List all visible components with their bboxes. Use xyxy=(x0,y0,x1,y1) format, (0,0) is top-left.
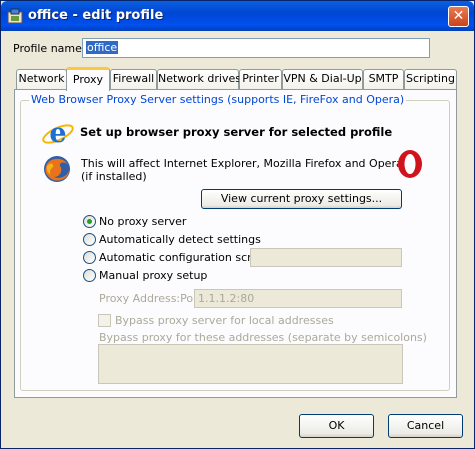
tab-label: Scripting xyxy=(406,72,455,85)
tab-network-drives[interactable]: Network drives xyxy=(157,69,241,89)
proxy-address-label: Proxy Address:Port xyxy=(99,292,202,305)
tab-label: Proxy xyxy=(72,73,104,86)
proxy-group-title: Web Browser Proxy Server settings (suppo… xyxy=(29,93,407,106)
manual-proxy-radio[interactable] xyxy=(83,269,96,282)
view-proxy-settings-button[interactable]: View current proxy settings... xyxy=(201,189,402,209)
title-bar[interactable]: office - edit profile ✕ xyxy=(1,1,474,31)
manual-proxy-label[interactable]: Manual proxy setup xyxy=(99,269,207,282)
profile-name-value: office xyxy=(86,41,119,54)
tab-proxy[interactable]: Proxy xyxy=(66,67,110,91)
proxy-heading: Set up browser proxy server for selected… xyxy=(80,125,393,139)
tab-label: Firewall xyxy=(112,72,155,85)
tab-network[interactable]: Network xyxy=(16,69,67,89)
edit-profile-dialog: office - edit profile ✕ Profile name: of… xyxy=(0,0,475,449)
bypass-local-label[interactable]: Bypass proxy server for local addresses xyxy=(115,314,334,327)
proxy-info-line2: (if installed) xyxy=(81,170,147,183)
bypass-local-checkbox[interactable] xyxy=(98,314,111,327)
proxy-address-input[interactable]: 1.1.1.2:80 xyxy=(194,289,402,308)
internet-explorer-icon: e xyxy=(42,118,74,149)
close-button[interactable]: ✕ xyxy=(448,6,469,27)
auto-detect-radio[interactable] xyxy=(83,233,96,246)
ok-button[interactable]: OK xyxy=(299,414,374,438)
tab-label: VPN & Dial-Up xyxy=(283,72,362,85)
tab-label: Printer xyxy=(242,72,279,85)
auto-detect-label[interactable]: Automatically detect settings xyxy=(99,233,261,246)
tab-label: SMTP xyxy=(368,72,399,85)
proxy-info-line1: This will affect Internet Explorer, Mozi… xyxy=(81,157,403,170)
bypass-list-label: Bypass proxy for these addresses (separa… xyxy=(99,331,427,344)
profile-name-label: Profile name: xyxy=(13,42,86,55)
profile-icon xyxy=(7,8,23,24)
window-title: office - edit profile xyxy=(28,8,164,23)
opera-icon xyxy=(398,150,422,178)
tab-label: Network xyxy=(18,72,65,85)
auto-config-script-input[interactable] xyxy=(250,248,402,267)
tab-scripting[interactable]: Scripting xyxy=(404,69,457,89)
auto-config-radio[interactable] xyxy=(83,251,96,264)
tab-printer[interactable]: Printer xyxy=(239,69,282,89)
tab-firewall[interactable]: Firewall xyxy=(110,69,157,89)
svg-text:e: e xyxy=(49,118,66,149)
profile-name-input[interactable]: office xyxy=(82,38,430,58)
tab-vpn-dialup[interactable]: VPN & Dial-Up xyxy=(282,69,363,89)
cancel-button[interactable]: Cancel xyxy=(388,414,463,438)
tab-label: Network drives xyxy=(158,72,241,85)
firefox-icon xyxy=(44,156,70,182)
tab-smtp[interactable]: SMTP xyxy=(363,69,404,89)
no-proxy-label[interactable]: No proxy server xyxy=(99,215,186,228)
no-proxy-radio[interactable] xyxy=(83,215,96,228)
auto-config-label[interactable]: Automatic configuration script: xyxy=(99,251,270,264)
proxy-address-value: 1.1.1.2:80 xyxy=(198,292,255,305)
bypass-list-textarea[interactable] xyxy=(98,344,403,384)
